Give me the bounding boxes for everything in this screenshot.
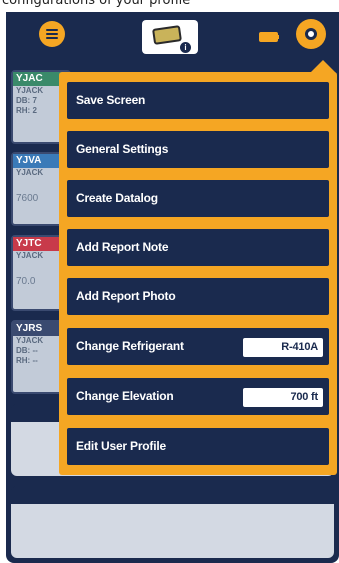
device-tag-icon [152,25,182,45]
menu-item-label: General Settings [76,142,169,156]
settings-menu: Save Screen General Settings Create Data… [59,60,337,475]
menu-pointer [309,60,337,74]
caption-text: configurations of your profile [2,0,191,8]
menu-item-label: Edit User Profile [76,439,166,453]
app-screen: i YJAC YJACK DB: 7 RH: 2 YJVA YJACK 7600… [6,12,339,563]
menu-item-label: Change Elevation [76,389,174,403]
refrigerant-value: R-410A [243,338,323,357]
menu-item-label: Add Report Photo [76,289,176,303]
menu-item-general-settings[interactable]: General Settings [67,131,329,168]
menu-item-add-report-note[interactable]: Add Report Note [67,229,329,266]
menu-item-label: Change Refrigerant [76,339,184,353]
menu-item-save-screen[interactable]: Save Screen [67,82,329,119]
settings-icon[interactable] [296,19,326,49]
info-badge-icon: i [180,42,191,53]
top-bar: i [6,12,339,64]
device-logo-icon[interactable]: i [142,20,198,54]
menu-item-change-elevation[interactable]: Change Elevation 700 ft [67,378,329,415]
elevation-value: 700 ft [243,388,323,407]
menu-item-add-report-photo[interactable]: Add Report Photo [67,278,329,315]
menu-item-label: Save Screen [76,93,146,107]
background-panel-2 [11,486,334,558]
hamburger-menu-icon[interactable] [39,21,65,47]
menu-item-label: Create Datalog [76,191,158,205]
menu-item-label: Add Report Note [76,240,169,254]
menu-item-change-refrigerant[interactable]: Change Refrigerant R-410A [67,328,329,365]
menu-item-edit-user-profile[interactable]: Edit User Profile [67,428,329,465]
menu-item-create-datalog[interactable]: Create Datalog [67,180,329,217]
battery-icon [259,32,279,42]
